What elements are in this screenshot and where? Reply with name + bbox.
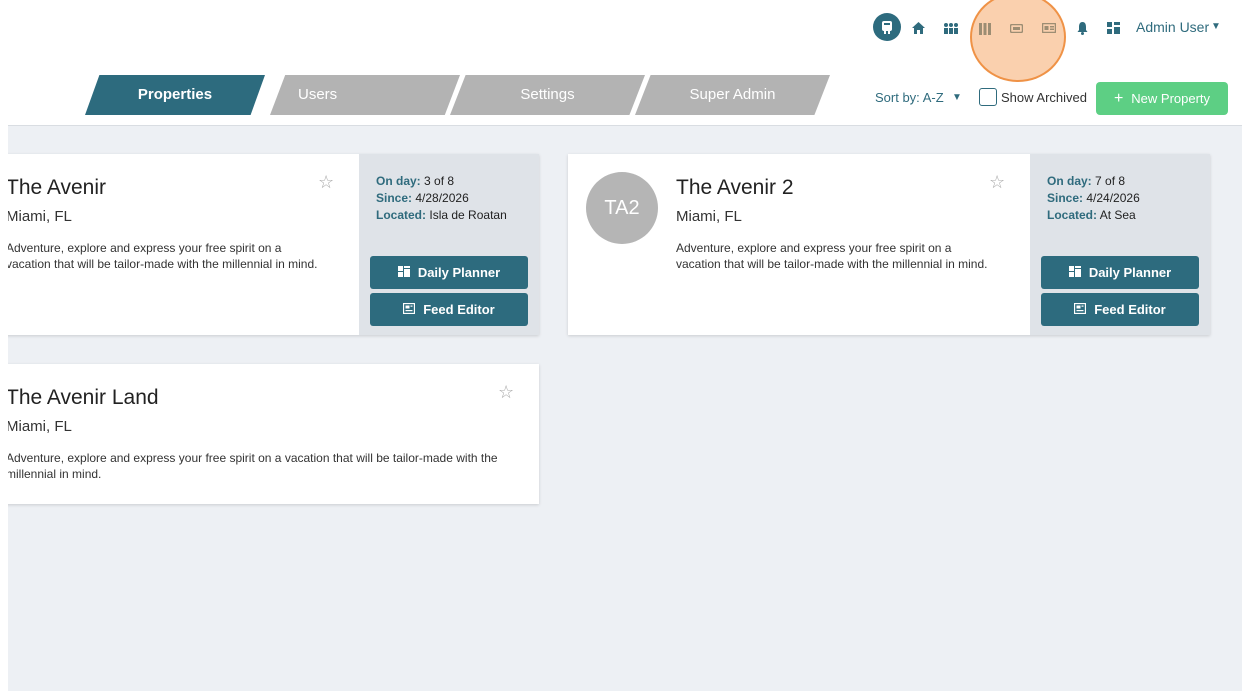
property-description: Adventure, explore and express your free…	[8, 451, 498, 481]
properties-list: The Avenir Miami, FL Adventure, explore …	[8, 126, 1242, 691]
property-card[interactable]: The Avenir Land Miami, FL Adventure, exp…	[8, 364, 539, 504]
property-location: Miami, FL	[8, 418, 72, 435]
property-name: The Avenir	[8, 176, 107, 199]
newspaper-icon	[1074, 302, 1087, 317]
sort-dropdown[interactable]: Sort by: A-Z	[875, 90, 944, 105]
library-icon[interactable]	[976, 18, 994, 38]
property-name: The Avenir 2	[676, 176, 794, 199]
star-icon[interactable]: ☆	[498, 382, 514, 403]
property-status-panel: On day: 7 of 8 Since: 4/24/2026 Located:…	[1030, 154, 1210, 335]
daily-planner-button[interactable]: Daily Planner	[370, 256, 528, 289]
tab-super-admin[interactable]: Super Admin	[635, 75, 830, 115]
property-description: Adventure, explore and express your free…	[8, 241, 318, 271]
chevron-down-icon[interactable]: ▼	[1211, 21, 1221, 32]
avatar: TA2	[586, 172, 658, 244]
ticket-icon[interactable]	[1007, 18, 1025, 38]
property-icon[interactable]	[873, 13, 901, 41]
id-card-icon[interactable]	[1040, 18, 1058, 38]
bell-icon[interactable]	[1074, 18, 1090, 38]
property-description: Adventure, explore and express your free…	[676, 241, 988, 271]
show-archived-checkbox[interactable]	[979, 88, 997, 106]
property-location: Miami, FL	[676, 208, 742, 225]
tab-settings[interactable]: Settings	[450, 75, 645, 115]
people-icon[interactable]	[941, 18, 961, 38]
property-status-panel: On day: 3 of 8 Since: 4/28/2026 Located:…	[359, 154, 539, 335]
show-archived-label: Show Archived	[1001, 90, 1087, 105]
property-location: Miami, FL	[8, 208, 72, 225]
new-property-button[interactable]: + New Property	[1096, 82, 1228, 115]
admin-user-menu[interactable]: Admin User	[1136, 19, 1209, 35]
property-card[interactable]: TA2 The Avenir 2 Miami, FL Adventure, ex…	[568, 154, 1210, 335]
home-icon[interactable]	[909, 18, 927, 38]
newspaper-icon	[403, 302, 416, 317]
dashboard-icon	[397, 265, 410, 280]
daily-planner-button[interactable]: Daily Planner	[1041, 256, 1199, 289]
chevron-down-icon[interactable]: ▼	[952, 92, 962, 103]
property-card[interactable]: The Avenir Miami, FL Adventure, explore …	[8, 154, 539, 335]
plus-icon: +	[1113, 89, 1124, 107]
app-window: Admin User ▼ Properties Users Settings S…	[0, 0, 1242, 691]
dashboard-icon	[1068, 265, 1081, 280]
feed-editor-button[interactable]: Feed Editor	[1041, 293, 1199, 326]
tab-properties[interactable]: Properties	[85, 75, 265, 115]
tab-users[interactable]: Users	[270, 75, 460, 115]
star-icon[interactable]: ☆	[318, 172, 334, 193]
property-name: The Avenir Land	[8, 386, 159, 409]
feed-editor-button[interactable]: Feed Editor	[370, 293, 528, 326]
star-icon[interactable]: ☆	[989, 172, 1005, 193]
dashboard-icon[interactable]	[1104, 18, 1122, 38]
